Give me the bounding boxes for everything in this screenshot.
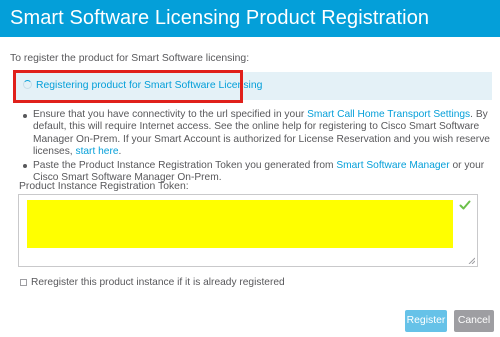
dialog-title: Smart Software Licensing Product Registr… [10,7,430,29]
instructions-list: Ensure that you have connectivity to the… [22,109,492,185]
token-label: Product Instance Registration Token: [19,181,189,192]
instruction-text: Paste the Product Instance Registration … [33,159,337,171]
instruction-text: . [118,146,122,158]
intro-text: To register the product for Smart Softwa… [10,53,250,64]
instruction-item: Ensure that you have connectivity to the… [22,109,492,159]
smart-software-manager-link[interactable]: Smart Software Manager [336,160,449,171]
register-button[interactable]: Register [405,310,447,332]
start-here-link[interactable]: start here [75,146,118,157]
token-textarea[interactable] [18,194,478,267]
check-icon [459,200,471,210]
reregister-checkbox[interactable] [20,279,27,286]
resize-handle-icon[interactable] [468,257,475,264]
call-home-settings-link[interactable]: Smart Call Home Transport Settings [307,109,470,120]
dialog-header: Smart Software Licensing Product Registr… [0,0,500,37]
token-redaction [27,200,453,248]
instruction-text: Ensure that you have connectivity to the… [33,109,308,120]
reregister-label[interactable]: Reregister this product instance if it i… [31,276,285,289]
registration-dialog: Smart Software Licensing Product Registr… [0,0,500,337]
status-highlight-box [13,70,243,103]
cancel-button[interactable]: Cancel [454,310,494,332]
